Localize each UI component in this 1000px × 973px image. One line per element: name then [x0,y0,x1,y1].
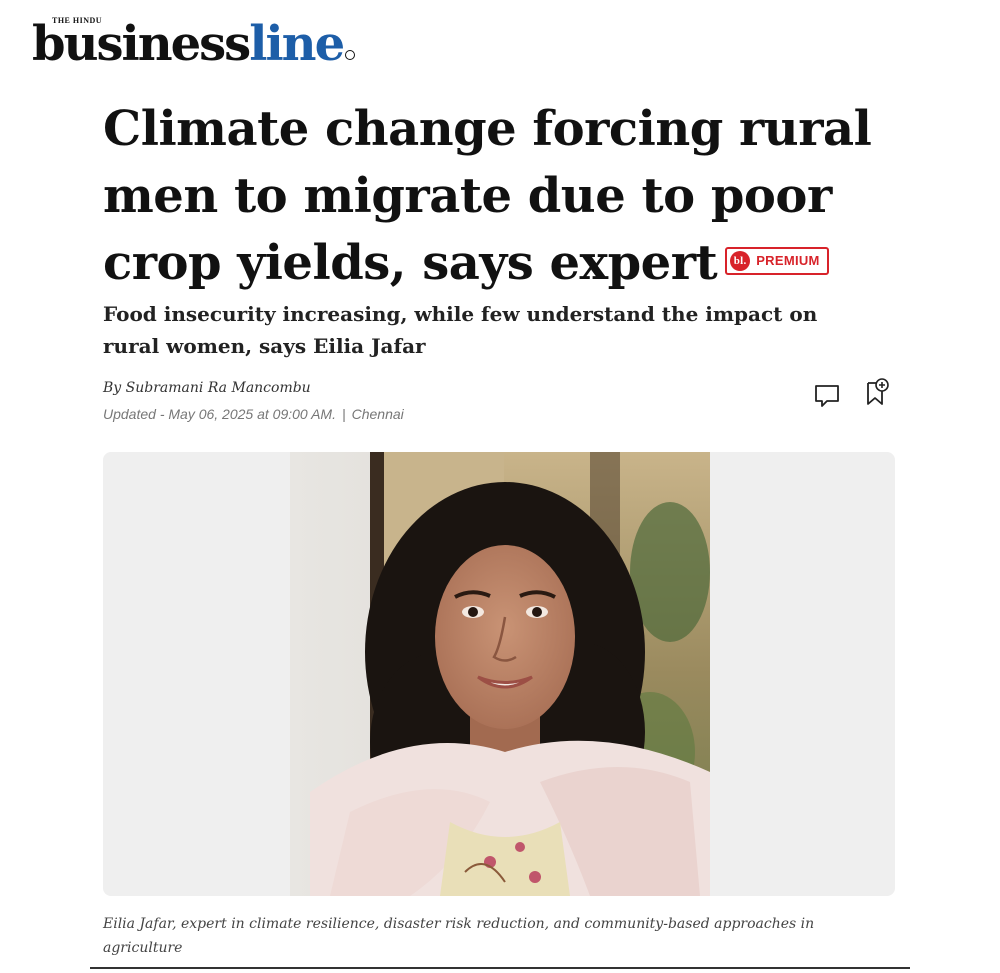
brand-dot-icon [345,50,356,60]
premium-badge[interactable]: bl. PREMIUM [725,246,829,275]
divider [90,967,910,969]
image-caption: Eilia Jafar, expert in climate resilienc… [103,916,815,956]
article-updated-line: Updated - May 06, 2025 at 09:00 AM. | Chen… [103,406,404,422]
premium-label: PREMIUM [756,252,820,268]
bookmark-button[interactable] [864,378,892,406]
article-location: Chennai [351,406,404,422]
separator: | [341,406,346,422]
site-logo[interactable]: THE HINDU businessline [32,10,392,72]
article-photo[interactable] [290,452,710,896]
brand-business: business [32,16,251,72]
article-subheadline: Food insecurity increasing, while few un… [103,302,818,358]
bookmark-add-icon [867,378,889,405]
brand-line: line [249,16,345,72]
article-headline: Climate change forcing rural men to migr… [103,96,903,297]
article-image-frame [103,452,895,896]
comment-button[interactable] [813,382,841,410]
premium-logo-icon: bl. [730,250,751,271]
article-byline[interactable]: By Subramani Ra Mancombu [103,380,311,396]
masthead-brand: businessline [32,16,356,72]
comment-icon [815,385,839,407]
updated-timestamp: Updated - May 06, 2025 at 09:00 AM. [103,406,336,422]
